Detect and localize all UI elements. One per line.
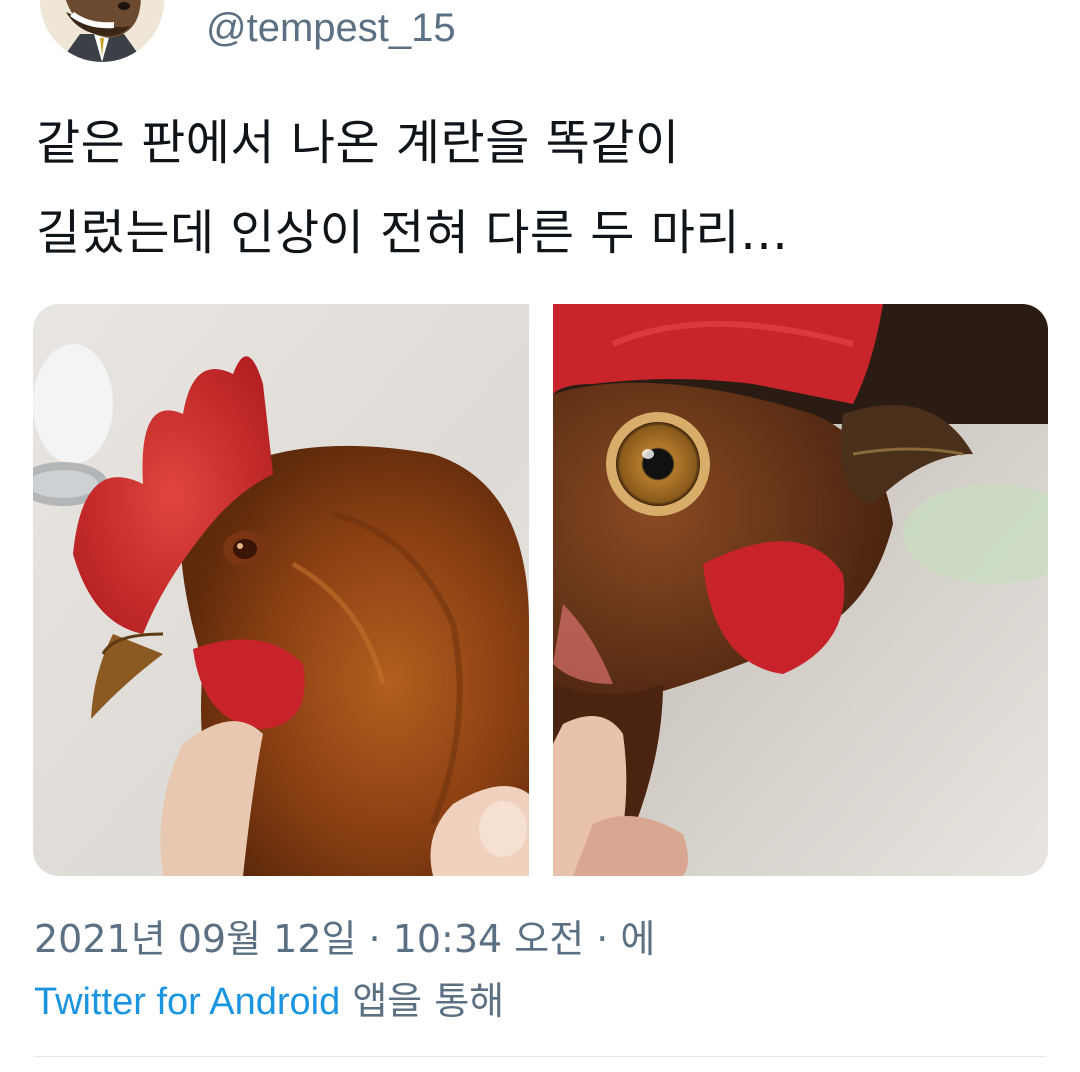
media-grid bbox=[33, 304, 1048, 876]
tweet-text-line: 같은 판에서 나온 계란을 똑같이 bbox=[36, 115, 680, 171]
tweet-timestamp[interactable]: 2021년 09월 12일 · 10:34 오전 · 에 bbox=[34, 908, 655, 963]
source-link[interactable]: Twitter for Android bbox=[34, 981, 340, 1023]
horse-mask-avatar-icon bbox=[40, 0, 164, 62]
user-handle[interactable]: @tempest_15 bbox=[206, 6, 456, 51]
avatar[interactable] bbox=[40, 0, 164, 62]
rooster-photo-right bbox=[552, 304, 1048, 876]
media-photo-right[interactable] bbox=[552, 304, 1048, 876]
tweet: @tempest_15 같은 판에서 나온 계란을 똑같이 길렀는데 인상이 전… bbox=[0, 0, 1080, 1072]
tweet-source: Twitter for Android 앱을 통해 bbox=[34, 970, 504, 1025]
divider bbox=[34, 1056, 1046, 1057]
tweet-text: 같은 판에서 나온 계란을 똑같이 길렀는데 인상이 전혀 다른 두 마리… bbox=[36, 98, 1046, 278]
tweet-text-line: 길렀는데 인상이 전혀 다른 두 마리… bbox=[36, 205, 789, 261]
media-photo-left[interactable] bbox=[33, 304, 529, 876]
rooster-photo-left bbox=[33, 304, 529, 876]
source-suffix: 앱을 통해 bbox=[340, 979, 505, 1023]
